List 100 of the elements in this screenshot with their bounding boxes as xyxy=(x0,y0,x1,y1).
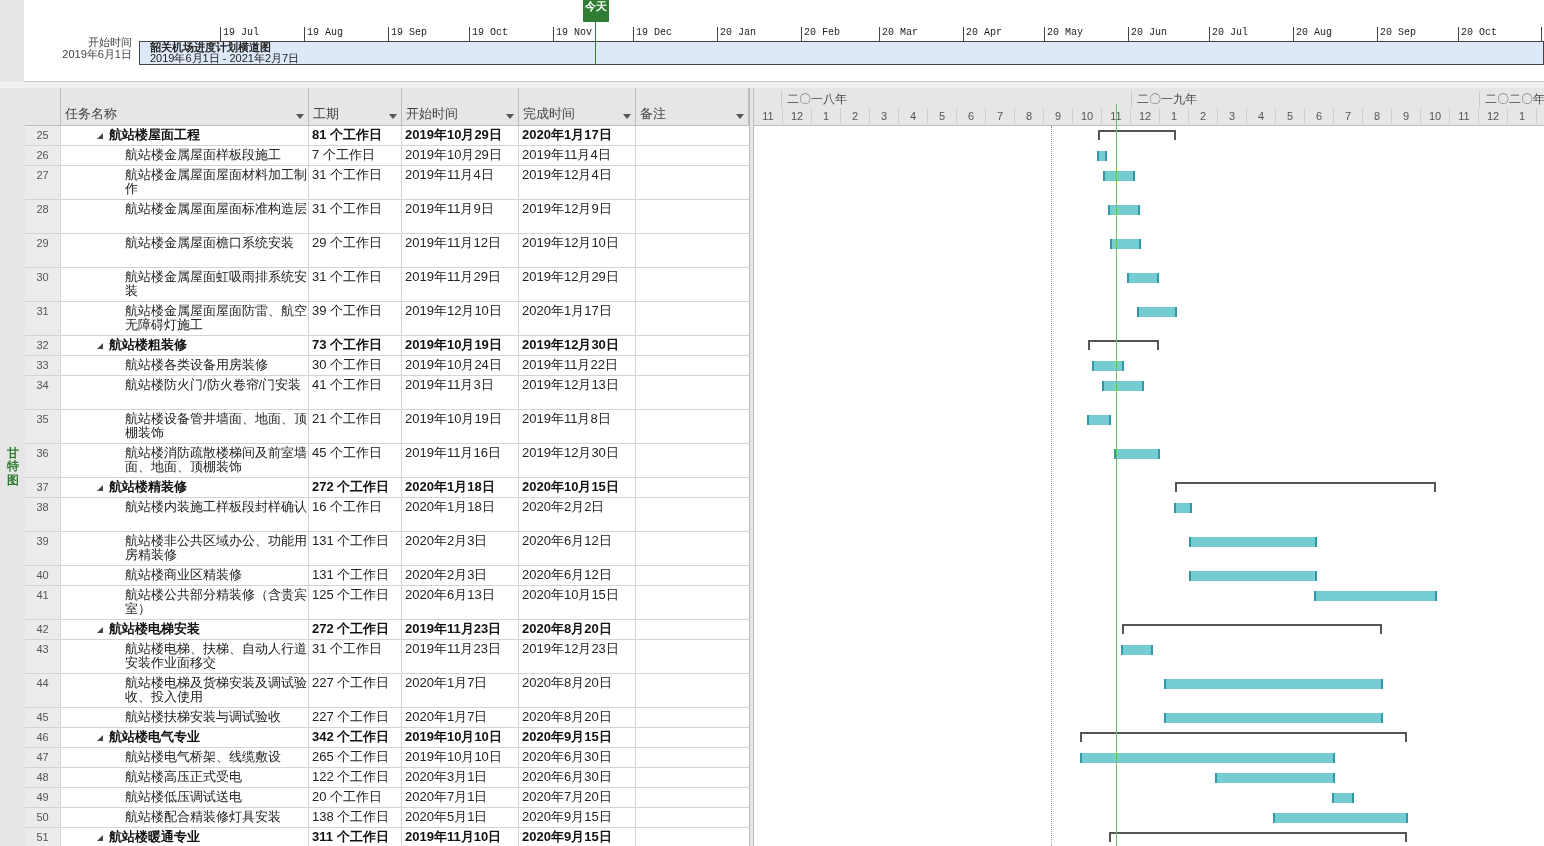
table-cell: 2019年11月12日 xyxy=(402,234,519,267)
table-cell: 2020年10月15日 xyxy=(519,586,636,619)
table-cell: 2020年9月15日 xyxy=(519,808,636,827)
table-cell: 31 个工作日 xyxy=(309,640,402,673)
table-cell: 2020年1月17日 xyxy=(519,126,636,145)
table-cell: 2020年6月30日 xyxy=(519,748,636,767)
table-cell: 2020年1月17日 xyxy=(519,302,636,335)
timeline-month-label: 20 Aug xyxy=(1293,27,1332,41)
table-cell: 31 个工作日 xyxy=(309,200,402,233)
task-name: 航站楼屋面工程 xyxy=(109,128,200,142)
table-cell: 2019年12月4日 xyxy=(519,166,636,199)
table-cell: 31 个工作日 xyxy=(309,166,402,199)
timeline-month-label: 20 Jan xyxy=(717,27,756,41)
month-label: 7 xyxy=(1334,108,1363,124)
table-cell: 2020年6月12日 xyxy=(519,532,636,565)
timeline-month-label: 20 Jun xyxy=(1128,27,1167,41)
table-cell: 2020年1月7日 xyxy=(402,674,519,707)
task-name: 航站楼低压调试送电 xyxy=(125,790,242,804)
table-cell: 131 个工作日 xyxy=(309,566,402,585)
task-name: 航站楼设备管井墙面、地面、顶棚装饰 xyxy=(125,412,308,440)
month-label: 8 xyxy=(1363,108,1392,124)
table-cell: 2020年9月15日 xyxy=(519,728,636,747)
table-cell: 2020年10月15日 xyxy=(519,478,636,497)
task-name: 航站楼电气桥架、线缆敷设 xyxy=(125,750,281,764)
task-name: 航站楼金属屋面虹吸雨排系统安装 xyxy=(125,270,308,298)
task-name: 航站楼金属屋面样板段施工 xyxy=(125,148,281,162)
table-cell: 2020年8月20日 xyxy=(519,674,636,707)
task-name: 航站楼配合精装修灯具安装 xyxy=(125,810,281,824)
table-cell: 2019年12月9日 xyxy=(519,200,636,233)
table-cell: 2019年11月4日 xyxy=(519,146,636,165)
column-header[interactable]: 开始时间 xyxy=(402,88,519,125)
row-number: 33 xyxy=(25,356,61,375)
timeline-title: 韶关机场进度计划横道图 xyxy=(150,41,271,53)
table-cell: 2019年12月30日 xyxy=(519,336,636,355)
timeline-range: 2019年6月1日 - 2021年2月7日 xyxy=(150,52,300,64)
timeline-month-label: 20 Feb xyxy=(801,27,840,41)
task-name: 航站楼各类设备用房装修 xyxy=(125,358,268,372)
table-cell: 2019年11月29日 xyxy=(402,268,519,301)
task-name: 航站楼金属屋面屋面材料加工制作 xyxy=(125,168,308,196)
month-label: 4 xyxy=(1247,108,1276,124)
task-name: 航站楼金属屋面檐口系统安装 xyxy=(125,236,294,250)
month-label: 1 xyxy=(812,108,841,124)
table-cell: 2019年11月10日 xyxy=(402,828,519,846)
table-cell: 2020年6月13日 xyxy=(402,586,519,619)
task-name: 航站楼电气专业 xyxy=(109,730,200,744)
task-name: 航站楼电梯安装 xyxy=(109,622,200,636)
month-label: 3 xyxy=(870,108,899,124)
table-cell: 2020年2月3日 xyxy=(402,532,519,565)
task-name: 航站楼消防疏散楼梯间及前室墙面、地面、顶棚装饰 xyxy=(125,446,308,474)
row-number: 29 xyxy=(25,234,61,267)
timeline-start-date: 2019年6月1日 xyxy=(62,48,132,60)
table-cell: 2020年1月7日 xyxy=(402,708,519,727)
table-cell: 2019年11月9日 xyxy=(402,200,519,233)
table-cell: 2019年11月23日 xyxy=(402,640,519,673)
column-header[interactable]: 任务名称 xyxy=(61,88,309,125)
timeline-month-label: 20 Mar xyxy=(879,27,918,41)
row-number: 28 xyxy=(25,200,61,233)
row-number: 26 xyxy=(25,146,61,165)
table-cell: 30 个工作日 xyxy=(309,356,402,375)
table-cell: 227 个工作日 xyxy=(309,708,402,727)
table-cell: 2020年7月1日 xyxy=(402,788,519,807)
table-cell: 2019年11月8日 xyxy=(519,410,636,443)
row-number: 47 xyxy=(25,748,61,767)
timeline-month-label: 19 Nov xyxy=(553,27,592,41)
month-label: 4 xyxy=(899,108,928,124)
row-number: 37 xyxy=(25,478,61,497)
month-label: 3 xyxy=(1218,108,1247,124)
table-cell: 16 个工作日 xyxy=(309,498,402,531)
month-label: 12 xyxy=(1131,108,1160,124)
timeline-month-label: 19 Oct xyxy=(469,27,508,41)
timeline-month-label: 20 Oct xyxy=(1458,27,1497,41)
month-label: 2 xyxy=(1189,108,1218,124)
table-cell: 2019年12月23日 xyxy=(519,640,636,673)
table-cell: 31 个工作日 xyxy=(309,268,402,301)
table-cell: 272 个工作日 xyxy=(309,620,402,639)
column-header[interactable]: 工期 xyxy=(309,88,402,125)
table-cell: 73 个工作日 xyxy=(309,336,402,355)
column-header[interactable]: 完成时间 xyxy=(519,88,636,125)
view-tab[interactable]: 甘特图 xyxy=(6,447,19,487)
task-name: 航站楼金属屋面屋面防雷、航空无障碍灯施工 xyxy=(125,304,308,332)
row-number: 40 xyxy=(25,566,61,585)
table-cell: 2020年1月18日 xyxy=(402,498,519,531)
table-cell: 2019年12月30日 xyxy=(519,444,636,477)
table-cell: 20 个工作日 xyxy=(309,788,402,807)
timeline-month-label: 20 May xyxy=(1044,27,1083,41)
table-cell: 122 个工作日 xyxy=(309,768,402,787)
year-label: 二〇一九年 xyxy=(1131,91,1197,107)
table-cell: 2020年2月3日 xyxy=(402,566,519,585)
today-marker: 今天 xyxy=(583,0,609,22)
table-cell: 7 个工作日 xyxy=(309,146,402,165)
column-header[interactable]: 备注 xyxy=(636,88,749,125)
row-number: 34 xyxy=(25,376,61,409)
table-cell: 2019年10月10日 xyxy=(402,728,519,747)
row-number: 39 xyxy=(25,532,61,565)
timeline-month-label: 20 Jul xyxy=(1209,27,1248,41)
task-name: 航站楼精装修 xyxy=(109,480,187,494)
month-label: 10 xyxy=(1421,108,1450,124)
month-label: 9 xyxy=(1392,108,1421,124)
table-cell: 2019年10月29日 xyxy=(402,126,519,145)
table-cell: 131 个工作日 xyxy=(309,532,402,565)
